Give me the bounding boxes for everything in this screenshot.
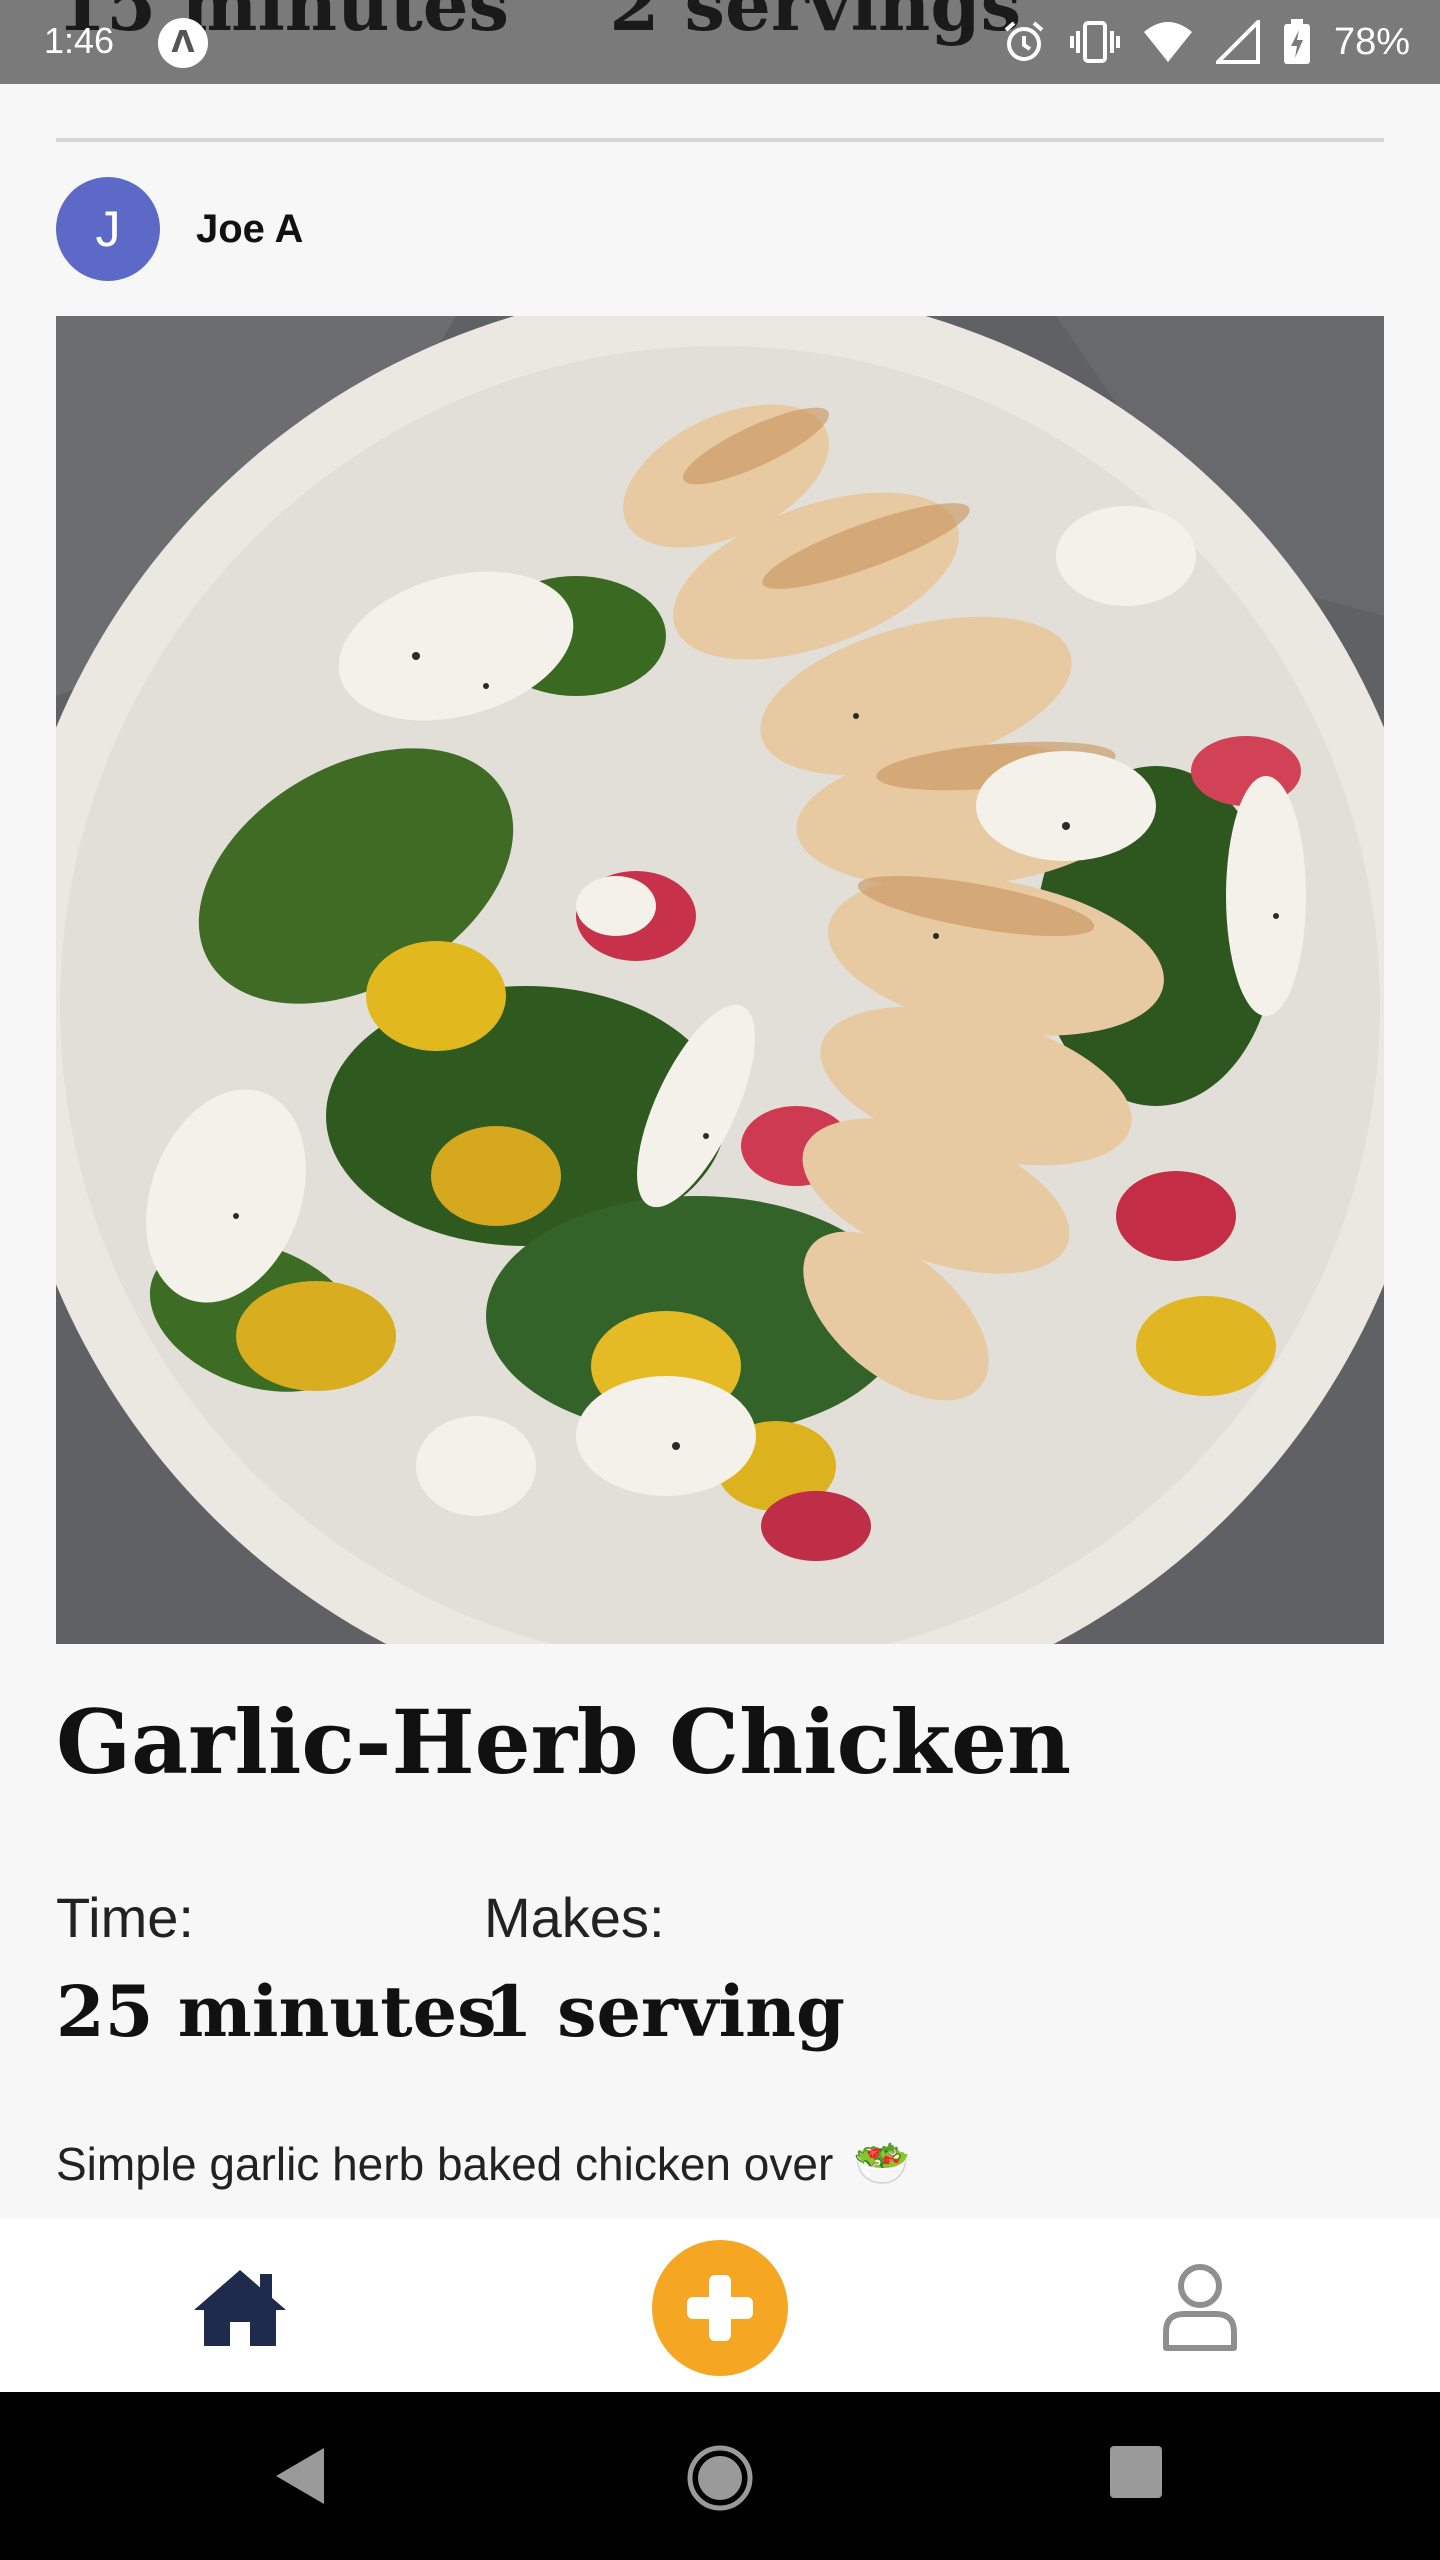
bottom-nav <box>0 2218 1440 2392</box>
makes-value: 1 serving <box>484 1970 846 2053</box>
wifi-icon <box>1143 22 1192 62</box>
recipe-image <box>56 316 1384 1644</box>
system-nav-bar <box>0 2392 1440 2560</box>
recents-icon[interactable] <box>1108 2444 1164 2504</box>
salad-emoji: 🥗 <box>853 2137 911 2189</box>
home-circle-icon[interactable] <box>686 2444 754 2516</box>
status-icons: 78% <box>1000 14 1410 70</box>
time-label: Time: <box>56 1886 194 1949</box>
user-icon[interactable] <box>1160 2262 1240 2356</box>
time-value: 25 minutes <box>56 1970 497 2053</box>
back-icon[interactable] <box>272 2444 328 2512</box>
divider <box>56 138 1384 142</box>
description-text: Simple garlic herb baked chicken over <box>56 2137 834 2190</box>
battery-icon <box>1283 19 1310 64</box>
add-recipe-button[interactable] <box>652 2240 788 2376</box>
status-time: 1:46 <box>44 20 115 61</box>
author-name[interactable]: Joe A <box>196 207 303 252</box>
avatar[interactable]: J <box>56 177 160 281</box>
plus-icon <box>687 2275 753 2341</box>
recipe-description: Simple garlic herb baked chicken over 🥗 <box>56 2136 911 2191</box>
battery-percent: 78% <box>1333 20 1410 63</box>
author-row[interactable]: J Joe A <box>56 176 303 282</box>
signal-icon <box>1215 20 1260 64</box>
alarm-icon <box>1004 21 1044 61</box>
vibrate-icon <box>1069 21 1120 63</box>
recipe-title: Garlic-Herb Chicken <box>56 1690 1072 1794</box>
home-icon[interactable] <box>190 2266 290 2354</box>
notification-icon: Λ <box>158 18 208 68</box>
makes-label: Makes: <box>484 1886 665 1949</box>
status-bar: 15 minutes 2 servings 1:46 Λ 78% <box>0 0 1440 84</box>
